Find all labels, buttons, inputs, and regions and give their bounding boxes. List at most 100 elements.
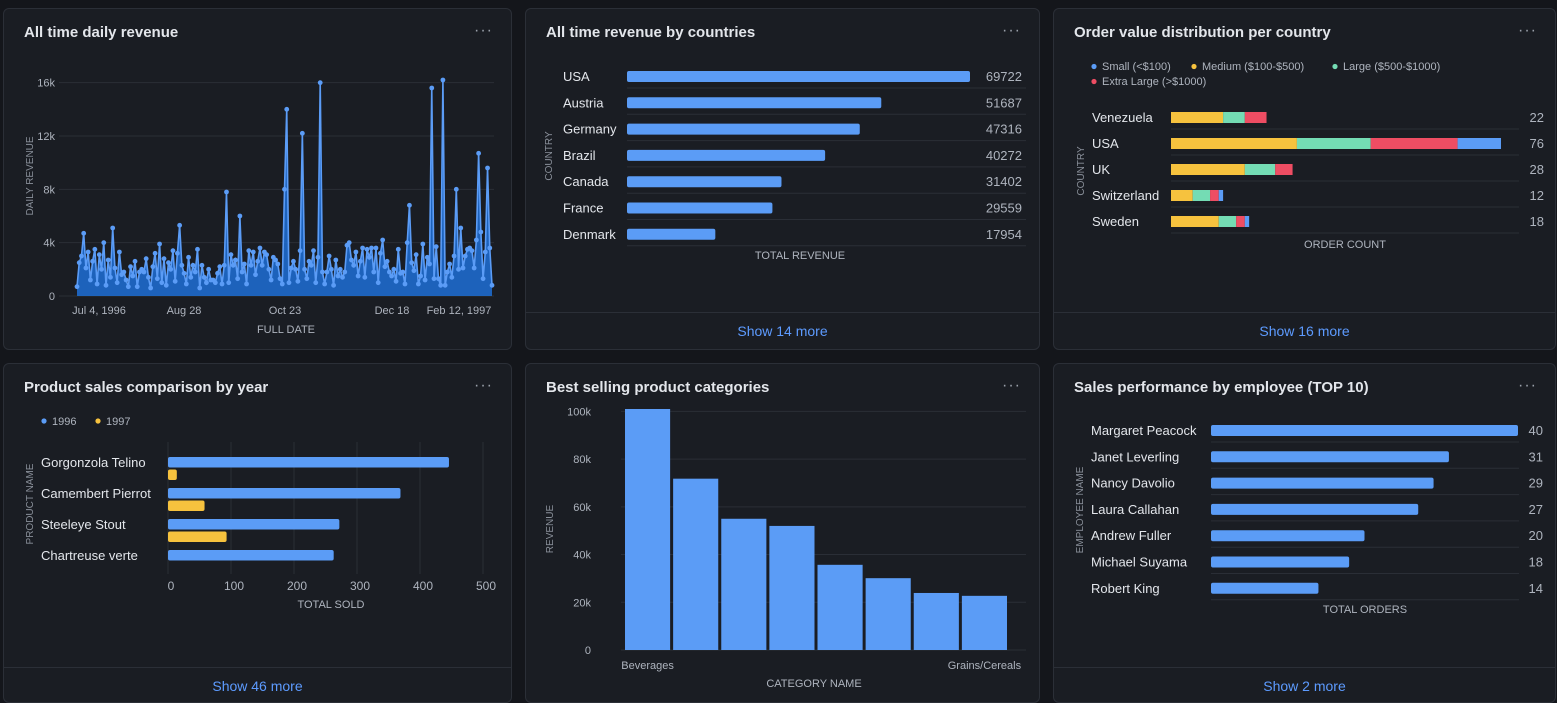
data-point <box>266 266 272 272</box>
data-point <box>128 264 133 270</box>
data-point <box>440 77 446 83</box>
y-tick-label: 4k <box>43 238 55 250</box>
show-more-link[interactable]: Show 14 more <box>526 312 1039 349</box>
card-order-value-distribution: Order value distribution per country ···… <box>1053 8 1556 350</box>
y-axis-label: EMPLOYEE NAME <box>1075 466 1086 553</box>
data-point <box>304 276 310 282</box>
data-point <box>96 252 102 258</box>
category-label: Robert King <box>1091 581 1160 596</box>
bar-segment <box>1218 190 1224 201</box>
bar <box>168 469 177 480</box>
data-point <box>239 269 245 275</box>
x-tick-label: Grains/Cereals <box>948 660 1022 672</box>
data-point <box>161 256 167 262</box>
bar <box>769 525 815 650</box>
bar <box>627 123 860 135</box>
y-axis-label: REVENUE <box>545 505 556 554</box>
category-label: Switzerland <box>1092 188 1159 203</box>
x-tick-label: 400 <box>413 579 433 593</box>
data-point <box>471 265 477 271</box>
category-label: Camembert Pierrot <box>41 486 151 501</box>
data-point <box>246 248 252 254</box>
legend-swatch <box>95 418 101 424</box>
value-label: 76 <box>1530 136 1544 151</box>
data-point <box>168 266 174 272</box>
value-label: 18 <box>1530 214 1544 229</box>
data-point <box>331 282 336 288</box>
data-point <box>101 240 107 246</box>
product-sales-chart: 1996 1997 0 100 200 300 400 500 Gorgonzola Telin… <box>25 416 496 611</box>
category-label: Andrew Fuller <box>1091 528 1172 543</box>
bar <box>1211 582 1319 594</box>
data-point <box>326 253 332 259</box>
legend-label: Extra Large (>$1000) <box>1102 76 1206 88</box>
data-point <box>188 274 194 280</box>
y-axis-label: COUNTRY <box>1076 146 1087 196</box>
y-tick-label: 0 <box>49 291 55 303</box>
data-point <box>442 282 448 288</box>
data-point <box>134 284 140 290</box>
bar-segment <box>1370 138 1458 149</box>
data-point <box>337 266 343 272</box>
data-point <box>264 252 270 258</box>
data-point <box>373 245 379 251</box>
x-axis-label: CATEGORY NAME <box>766 678 861 690</box>
data-point <box>268 277 274 283</box>
data-point <box>487 245 493 251</box>
x-axis-label: FULL DATE <box>257 324 315 336</box>
show-more-link[interactable]: Show 46 more <box>4 667 511 702</box>
x-tick-label: Dec 18 <box>375 305 410 317</box>
bar <box>1211 451 1449 463</box>
category-label: USA <box>1092 136 1119 151</box>
data-point <box>259 262 265 268</box>
show-more-link[interactable]: Show 2 more <box>1054 667 1555 702</box>
bar <box>168 550 334 561</box>
data-point <box>395 246 401 252</box>
category-label: Gorgonzola Telino <box>41 455 146 470</box>
show-more-link[interactable]: Show 16 more <box>1054 312 1555 349</box>
data-point <box>313 280 319 286</box>
order-value-distribution-chart: Small (<$100) Medium ($100-$500) Large ($5… <box>1076 61 1544 251</box>
data-point <box>255 258 261 264</box>
value-label: 31 <box>1529 449 1543 464</box>
data-point <box>409 260 415 266</box>
y-tick-label: 16k <box>37 78 55 90</box>
data-point <box>402 281 408 287</box>
data-point <box>175 250 180 256</box>
value-label: 29559 <box>986 201 1022 216</box>
bar-segment <box>1171 190 1193 201</box>
daily-revenue-chart: 0 4k 8k 12k 16k Jul 4, 1996 Aug 28 Oct 23 Dec 18… <box>25 77 495 336</box>
legend-swatch <box>1191 63 1197 70</box>
data-point <box>340 274 345 280</box>
data-point <box>453 186 459 192</box>
data-point <box>473 237 479 243</box>
data-point <box>349 257 354 263</box>
bar <box>627 176 782 188</box>
x-tick-label: Oct 23 <box>269 305 301 317</box>
bar <box>625 409 671 650</box>
data-point <box>458 225 464 231</box>
data-point <box>87 277 93 283</box>
data-point <box>108 274 113 280</box>
data-point <box>293 266 299 272</box>
data-point <box>317 80 323 86</box>
data-point <box>221 262 227 268</box>
data-point <box>302 266 307 272</box>
data-point <box>217 264 223 270</box>
data-point <box>114 280 120 286</box>
legend-swatch <box>1332 63 1338 70</box>
revenue-by-countries-chart: USA 69722 Austria 51687 Germany 47316 Brazil 40… <box>544 69 1026 262</box>
data-point <box>353 249 359 255</box>
data-point <box>308 262 314 268</box>
category-label: Venezuela <box>1092 110 1153 125</box>
data-point <box>431 276 437 282</box>
value-label: 12 <box>1530 188 1544 203</box>
data-point <box>315 254 321 260</box>
data-point <box>204 280 209 286</box>
value-label: 22 <box>1530 110 1544 125</box>
value-label: 51687 <box>986 95 1022 110</box>
data-point <box>456 266 461 272</box>
value-label: 28 <box>1530 162 1544 177</box>
data-point <box>190 262 196 268</box>
data-point <box>90 258 96 264</box>
